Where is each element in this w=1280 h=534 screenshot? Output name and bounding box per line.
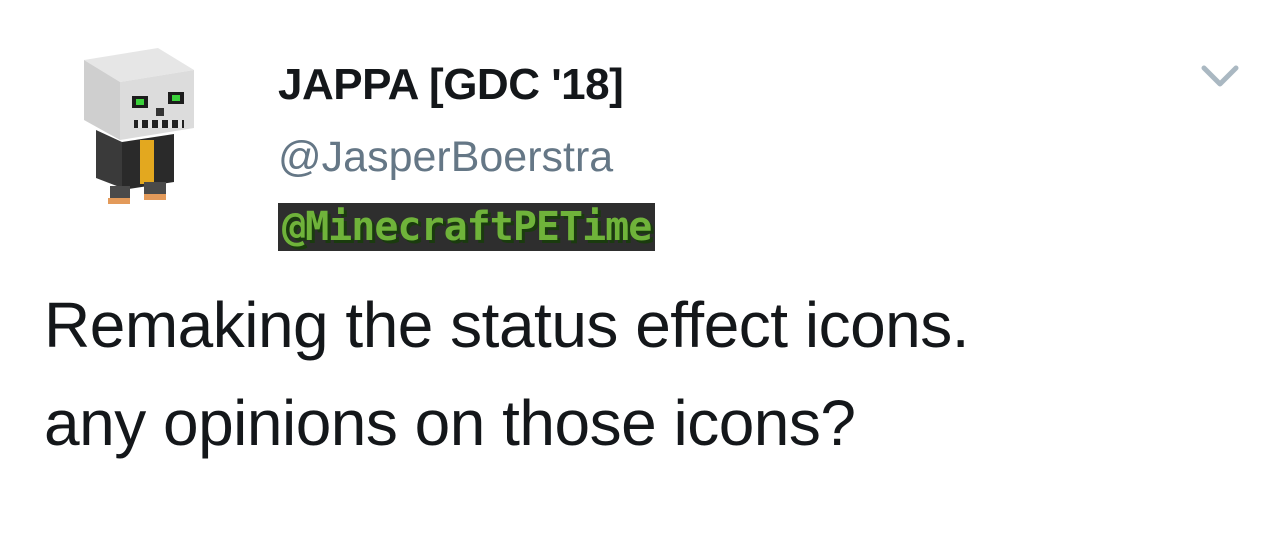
- tweet-card: JAPPA [GDC '18] @JasperBoerstra @Minecra…: [0, 0, 1280, 534]
- avatar[interactable]: [62, 40, 212, 210]
- author-handle[interactable]: @JasperBoerstra: [278, 133, 613, 182]
- tweet-text-line: any opinions on those icons?: [44, 387, 856, 459]
- minecraft-skeleton-avatar-icon: [84, 48, 194, 204]
- tweet-menu-button[interactable]: [1196, 56, 1244, 96]
- chevron-down-icon: [1201, 65, 1239, 87]
- watermark-text: @MinecraftPETime: [278, 203, 656, 251]
- author-display-name[interactable]: JAPPA [GDC '18]: [278, 60, 624, 110]
- tweet-text-line: Remaking the status effect icons.: [44, 289, 970, 361]
- tweet-text: Remaking the status effect icons. any op…: [44, 276, 1264, 472]
